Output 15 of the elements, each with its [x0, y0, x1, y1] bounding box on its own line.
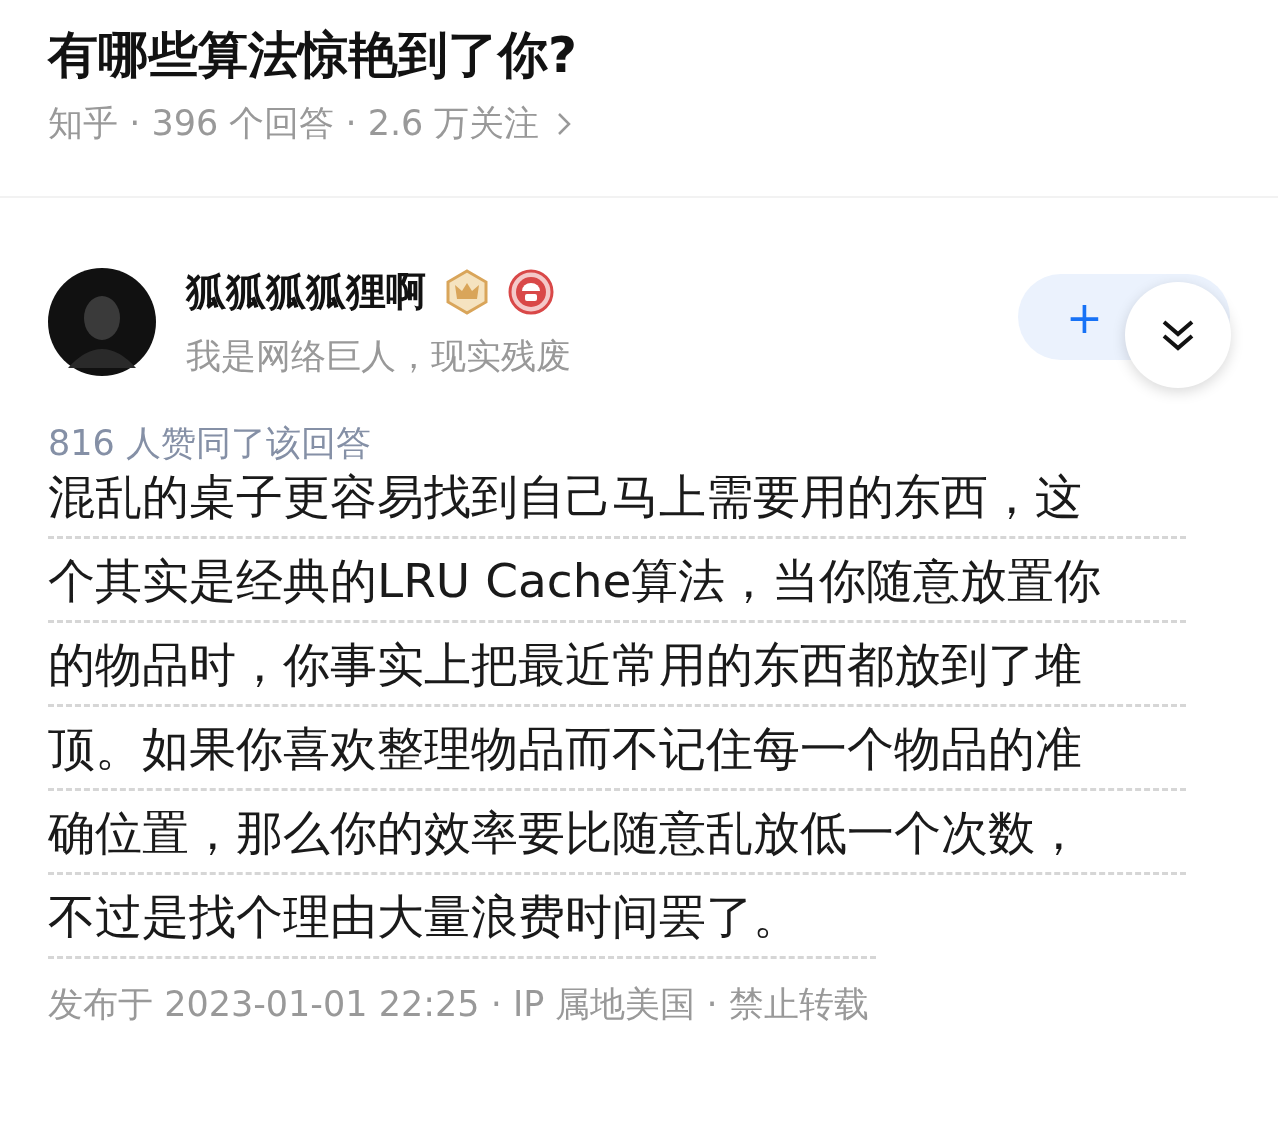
double-chevron-down-icon — [1161, 319, 1195, 351]
author-name[interactable]: 狐狐狐狐狸啊 — [186, 264, 426, 319]
question-meta[interactable]: 知乎 · 396 个回答 · 2.6 万关注 — [48, 100, 540, 147]
chevron-right-icon[interactable] — [557, 111, 572, 136]
author-bio: 我是网络巨人，现实残废 — [186, 335, 571, 378]
crown-badge-icon — [444, 268, 490, 315]
answer-line: 的物品时，你事实上把最近常用的东西都放到了堆 — [48, 626, 1186, 707]
question-title: 有哪些算法惊艳到了你? — [48, 25, 578, 86]
answer-line: 确位置，那么你的效率要比随意乱放低一个次数， — [48, 794, 1186, 875]
answer-line: 顶。如果你喜欢整理物品而不记住每一个物品的准 — [48, 710, 1186, 791]
avatar[interactable] — [48, 268, 156, 376]
publish-info: 发布于 2023-01-01 22:25 · IP 属地美国 · 禁止转载 — [48, 983, 870, 1026]
answer-line: 个其实是经典的LRU Cache算法，当你随意放置你 — [48, 542, 1186, 623]
answer-line: 不过是找个理由大量浪费时间罢了。 — [48, 878, 876, 959]
helmet-badge-icon — [508, 268, 554, 315]
